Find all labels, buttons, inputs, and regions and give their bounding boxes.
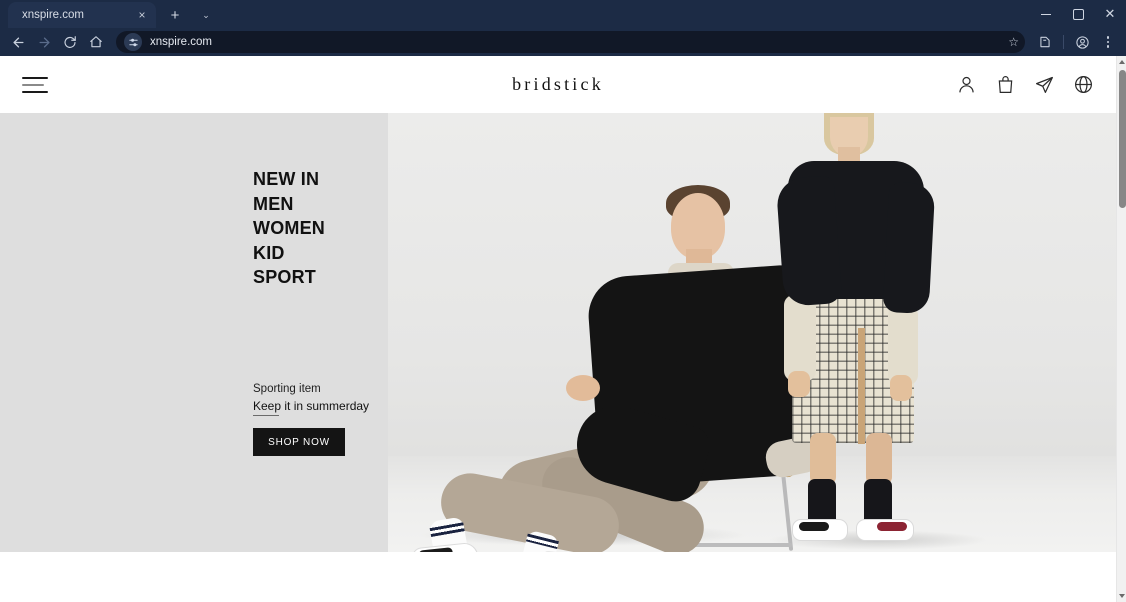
promo-heading: Sporting item — [253, 383, 321, 395]
back-icon[interactable] — [6, 30, 30, 54]
page-viewport: bridstick NEW IN MEN WOMEN KID SPORT Spo… — [0, 56, 1126, 602]
window-controls: ✕ — [1030, 0, 1126, 28]
browser-toolbar: xnspire.com ☆ — [0, 28, 1126, 56]
forward-icon[interactable] — [32, 30, 56, 54]
scroll-down-arrow-icon[interactable] — [1117, 590, 1126, 602]
address-bar[interactable]: xnspire.com ☆ — [116, 31, 1025, 53]
browser-window: xnspire.com × + ⌄ ✕ xnspire.com ☆ bridst… — [0, 0, 1126, 602]
nav-item-new-in[interactable]: NEW IN — [253, 167, 325, 192]
site-header: bridstick — [0, 56, 1116, 113]
header-icon-group — [956, 74, 1094, 95]
tab-close-icon[interactable]: × — [134, 7, 150, 23]
model-female-hand-left — [788, 371, 810, 397]
account-icon[interactable] — [956, 74, 977, 95]
close-window-button[interactable]: ✕ — [1094, 0, 1126, 28]
model-female-sleeve-right — [882, 181, 936, 315]
send-icon[interactable] — [1034, 74, 1055, 95]
model-male-hand — [566, 375, 600, 401]
nav-item-men[interactable]: MEN — [253, 192, 325, 217]
extensions-icon[interactable] — [1033, 30, 1057, 54]
globe-icon[interactable] — [1073, 74, 1094, 95]
page-scrollbar[interactable] — [1116, 56, 1126, 602]
site-settings-icon[interactable] — [124, 33, 142, 51]
browser-tab[interactable]: xnspire.com × — [8, 2, 156, 28]
hero-left-panel: NEW IN MEN WOMEN KID SPORT Sporting item… — [0, 113, 388, 552]
model-female-cuff-right — [888, 305, 918, 385]
profile-avatar-icon[interactable] — [1070, 30, 1094, 54]
model-female-skirt-split — [858, 328, 865, 444]
model-female-leg-left — [810, 433, 836, 485]
scroll-up-arrow-icon[interactable] — [1117, 56, 1126, 68]
toolbar-right-actions — [1033, 30, 1120, 54]
category-nav: NEW IN MEN WOMEN KID SPORT — [253, 167, 325, 290]
model-female-leg-right — [866, 433, 892, 485]
nav-item-women[interactable]: WOMEN — [253, 216, 325, 241]
shop-now-button[interactable]: SHOP NOW — [253, 428, 345, 456]
model-female-hand-right — [890, 375, 912, 401]
bag-icon[interactable] — [995, 74, 1016, 95]
site-logo[interactable]: bridstick — [512, 74, 604, 95]
model-female-sneaker-left — [792, 519, 848, 541]
nav-item-sport[interactable]: SPORT — [253, 265, 325, 290]
hero-section: NEW IN MEN WOMEN KID SPORT Sporting item… — [0, 113, 1116, 552]
nav-item-kid[interactable]: KID — [253, 241, 325, 266]
maximize-button[interactable] — [1062, 0, 1094, 28]
page-content-below-hero — [0, 552, 1116, 600]
home-icon[interactable] — [84, 30, 108, 54]
scrollbar-thumb[interactable] — [1119, 70, 1126, 208]
tab-strip: xnspire.com × + ⌄ ✕ — [0, 0, 1126, 28]
model-female-sleeve-left — [775, 175, 843, 307]
model-female-sneaker-right — [856, 519, 914, 541]
promo-subheading: Keep it in summerday — [253, 399, 370, 416]
address-bar-url: xnspire.com — [150, 36, 212, 48]
bookmark-star-icon[interactable]: ☆ — [1008, 36, 1019, 48]
minimize-button[interactable] — [1030, 0, 1062, 28]
browser-menu-icon[interactable] — [1096, 30, 1120, 54]
web-page: bridstick NEW IN MEN WOMEN KID SPORT Spo… — [0, 56, 1116, 602]
model-female-cuff-left — [784, 295, 816, 381]
hero-photo — [388, 113, 1116, 552]
toolbar-divider — [1063, 35, 1064, 49]
tab-title: xnspire.com — [22, 9, 84, 21]
promo-text: Sporting item Keep it in summerday — [253, 382, 370, 416]
hamburger-menu-icon[interactable] — [22, 76, 48, 93]
hero-image — [388, 113, 1116, 552]
new-tab-button[interactable]: + — [162, 2, 188, 28]
tab-search-chevron-down-icon[interactable]: ⌄ — [194, 2, 218, 28]
reload-icon[interactable] — [58, 30, 82, 54]
